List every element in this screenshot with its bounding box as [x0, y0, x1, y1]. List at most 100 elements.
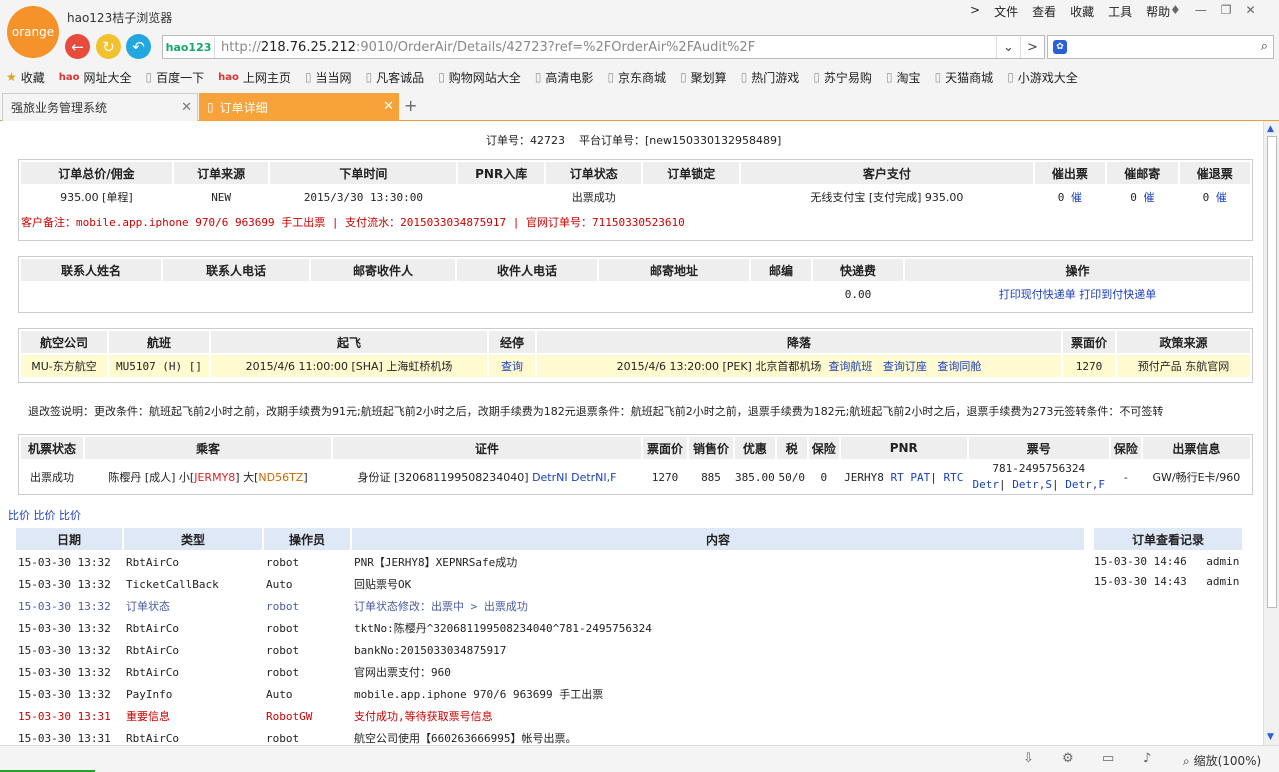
home-button[interactable]: ↶ — [126, 34, 151, 59]
bookmark-item[interactable]: ▯ 当当网 — [305, 69, 352, 86]
bookmark-item[interactable]: ▯ 凡客诚品 — [366, 69, 425, 86]
query-booking-link[interactable]: 查询订座 — [883, 360, 927, 373]
page-icon: ▯ — [304, 70, 312, 84]
minimize-icon[interactable]: — — [1195, 3, 1207, 17]
bookmark-item[interactable]: ▯ 小游戏大全 — [1007, 69, 1078, 86]
address-bar[interactable]: hao123 http://218.76.25.212:9010/OrderAi… — [162, 35, 1045, 59]
search-box[interactable]: ✿ ⌕ — [1047, 35, 1274, 59]
detr-f-link[interactable]: Detr,F — [1065, 478, 1105, 491]
price-compare-link[interactable]: 比价 — [59, 509, 81, 522]
tab-business-system[interactable]: 强旅业务管理系统 ✕ — [2, 93, 198, 121]
rtc-link[interactable]: RTC — [944, 471, 964, 484]
urge-ticket-link[interactable]: 催 — [1071, 191, 1082, 204]
print-cod-link[interactable]: 打印到付快递单 — [1079, 288, 1156, 301]
star-icon: ★ — [6, 70, 17, 84]
skin-icon[interactable]: ♦ — [1170, 3, 1181, 17]
new-tab-icon[interactable]: + — [404, 96, 417, 115]
tab-order-detail[interactable]: ▯ 订单详细 ✕ — [199, 93, 399, 121]
detr-link[interactable]: Detr — [973, 478, 1000, 491]
query-cabin-link[interactable]: 查询同舱 — [937, 360, 981, 373]
go-icon[interactable]: > — [1020, 36, 1044, 58]
menu-file[interactable]: 文件 — [994, 3, 1018, 20]
log-date: 15-03-30 13:32 — [18, 621, 111, 635]
query-flight-link[interactable]: 查询航班 — [828, 360, 872, 373]
close-icon[interactable]: ✕ — [1246, 3, 1256, 17]
vertical-scrollbar[interactable]: ▲ ▼ — [1263, 121, 1279, 745]
view-log: 订单查看记录 15-03-30 14:46 admin 15-03-30 14:43… — [1092, 526, 1244, 592]
maximize-icon[interactable]: ❐ — [1221, 3, 1232, 17]
log-date: 15-03-30 13:31 — [18, 709, 111, 723]
bookmark-item[interactable]: ▯ 天猫商城 — [935, 69, 994, 86]
scroll-thumb[interactable] — [1267, 136, 1277, 608]
detr-ni-f-link[interactable]: DetrNI,F — [571, 471, 616, 484]
rt-link[interactable]: RT — [891, 471, 904, 484]
bookmark-item[interactable]: hao 网址大全 — [59, 69, 132, 86]
passenger-info: 机票状态 乘客 证件 票面价 销售价 优惠 税 保险 PNR 票号 保险 出票信… — [18, 434, 1253, 495]
recipient-phone — [457, 283, 597, 305]
bookmark-item[interactable]: ▯ 苏宁易购 — [813, 69, 872, 86]
sale-price: 885 — [701, 470, 721, 484]
scroll-down-icon[interactable]: ▼ — [1267, 732, 1274, 742]
detr-s-link[interactable]: Detr,S — [1012, 478, 1052, 491]
bookmark-item[interactable]: ▯ 高清电影 — [535, 69, 594, 86]
pat-link[interactable]: PAT — [910, 471, 930, 484]
log-date: 15-03-30 13:32 — [18, 577, 111, 591]
bookmark-item[interactable]: ▯ 百度一下 — [146, 69, 205, 86]
back-button[interactable]: ← — [65, 34, 90, 59]
refresh-button[interactable]: ↻ — [96, 34, 121, 59]
tab-bar: 强旅业务管理系统 ✕ ▯ 订单详细 ✕ + — [0, 93, 1279, 121]
bookmark-item[interactable]: ▯ 热门游戏 — [741, 69, 800, 86]
settings-icon[interactable]: ⚙ — [1062, 751, 1074, 766]
bookmark-item[interactable]: hao 上网主页 — [218, 69, 291, 86]
close-tab-icon[interactable]: ✕ — [383, 99, 394, 114]
menu-tools[interactable]: 工具 — [1108, 3, 1132, 20]
print-prepaid-link[interactable]: 打印现付快递单 — [999, 288, 1076, 301]
log-type: 订单状态 — [126, 600, 170, 613]
operation-log: 日期 类型 操作员 内容 15-03-30 13:32 RbtAirCo robot… — [14, 526, 1086, 745]
page-content: 订单号：42723 平台订单号：[new150330132958489] 订单总… — [0, 121, 1263, 745]
search-icon[interactable]: ⌕ — [1261, 39, 1268, 54]
passenger-name: 陈樱丹 [成人] 小[JERMY8] 大[ND56TZ] — [108, 471, 308, 484]
log-date: 15-03-30 13:32 — [18, 599, 111, 613]
screen-icon[interactable]: ▭ — [1102, 751, 1114, 766]
urge-refund-link[interactable]: 催 — [1216, 191, 1227, 204]
bookmark-favorites[interactable]: ★ 收藏 — [6, 69, 45, 86]
download-icon[interactable]: ⇩ — [1023, 751, 1034, 766]
menu-bar: > 文件 查看 收藏 工具 帮助 — [970, 3, 1170, 20]
scroll-up-icon[interactable]: ▲ — [1267, 124, 1274, 134]
bookmark-item[interactable]: ▯ 购物网站大全 — [438, 69, 521, 86]
volume-icon[interactable]: ♪ — [1143, 751, 1151, 766]
detr-ni-link[interactable]: DetrNI — [532, 471, 568, 484]
price-compare-link[interactable]: 比价 — [8, 509, 30, 522]
status-bar: ⇩ ⚙ ▭ ♪ ⌕ 缩放(100%) — [0, 745, 1279, 772]
url-text[interactable]: http://218.76.25.212:9010/OrderAir/Detai… — [215, 40, 996, 55]
log-text: 航空公司使用【660263666995】帐号出票。 — [354, 732, 577, 745]
zoom-level[interactable]: ⌕ 缩放(100%) — [1183, 752, 1261, 769]
col-header: 快递费 — [813, 259, 903, 281]
price-compare-link[interactable]: 比价 — [34, 509, 56, 522]
menu-help[interactable]: 帮助 — [1146, 3, 1170, 20]
urge-mail-link[interactable]: 催 — [1143, 191, 1154, 204]
col-header: 内容 — [352, 528, 1084, 550]
bookmark-item[interactable]: ▯ 京东商城 — [607, 69, 666, 86]
customer-payment: 无线支付宝 [支付完成] 935.00 — [810, 191, 964, 204]
bookmark-item[interactable]: ▯ 淘宝 — [886, 69, 921, 86]
close-tab-icon[interactable]: ✕ — [181, 100, 192, 115]
log-text: 回贴票号OK — [354, 578, 412, 591]
col-header: 政策来源 — [1117, 331, 1250, 353]
chevron-right-icon[interactable]: > — [970, 3, 980, 20]
col-header: 邮寄地址 — [599, 259, 749, 281]
menu-favorites[interactable]: 收藏 — [1070, 3, 1094, 20]
col-header: 航班 — [109, 331, 209, 353]
page-icon: ▯ — [813, 70, 820, 84]
bookmark-item[interactable]: ▯ 聚划算 — [680, 69, 727, 86]
col-header: 操作员 — [264, 528, 350, 550]
dropdown-icon[interactable]: ⌄ — [996, 36, 1020, 58]
pnr-cell: JERHY8 RT PAT| RTC — [844, 470, 964, 484]
log-op: robot — [266, 621, 300, 635]
stopover-query-link[interactable]: 查询 — [501, 360, 523, 373]
log-row: 15-03-30 13:32 RbtAirCo robot 官网出票支付：960 — [16, 662, 1084, 682]
log-type: RbtAirCo — [126, 555, 179, 569]
menu-view[interactable]: 查看 — [1032, 3, 1056, 20]
discount: 385.00 — [735, 470, 775, 484]
